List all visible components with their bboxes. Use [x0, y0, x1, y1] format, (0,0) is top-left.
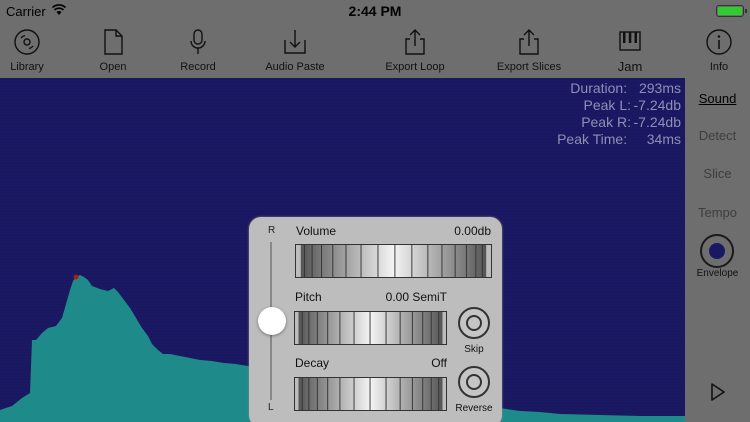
- audio-paste-label: Audio Paste: [265, 61, 325, 73]
- duration-label: Duration:: [570, 80, 628, 96]
- volume-value: 0.00db: [454, 224, 491, 238]
- peak-l-row: Peak L: -7.24db: [557, 97, 681, 114]
- export-loop-button[interactable]: Export Loop: [382, 22, 448, 78]
- microphone-icon: [190, 29, 206, 54]
- decay-wheel[interactable]: [294, 377, 447, 411]
- jam-label: Jam: [617, 59, 643, 74]
- skip-toggle-icon: [466, 315, 482, 331]
- disc-icon: [14, 29, 40, 55]
- peak-r-row: Peak R: -7.24db: [557, 114, 681, 131]
- decay-label: Decay: [295, 356, 330, 370]
- pitch-value: 0.00 SemiT: [385, 290, 447, 304]
- toolbar: Library Open Record Audio Paste Export L…: [0, 22, 750, 78]
- side-item-sound[interactable]: Sound: [685, 91, 750, 106]
- battery-icon: [716, 5, 747, 17]
- side-item-slice[interactable]: Slice: [685, 166, 750, 181]
- share-icon: [519, 29, 539, 55]
- piano-keys-icon: [619, 31, 641, 51]
- side-item-detect[interactable]: Detect: [685, 128, 750, 143]
- status-bar: Carrier 2:44 PM: [0, 0, 750, 22]
- download-tray-icon: [284, 30, 306, 54]
- peak-r-value: -7.24db: [633, 114, 681, 130]
- reverse-toggle-icon: [466, 374, 482, 390]
- peak-l-value: -7.24db: [633, 97, 681, 113]
- peak-marker: [73, 274, 79, 280]
- peak-l-label: Peak L:: [583, 97, 631, 113]
- export-slices-button[interactable]: Export Slices: [494, 22, 564, 78]
- reverse-label: Reverse: [455, 403, 493, 414]
- open-label: Open: [99, 61, 127, 73]
- info-button[interactable]: Info: [694, 22, 744, 78]
- export-loop-label: Export Loop: [385, 61, 445, 73]
- peak-time-label: Peak Time:: [557, 131, 628, 147]
- duration-row: Duration: 293ms: [557, 80, 681, 97]
- pan-left-label: L: [268, 402, 274, 413]
- pan-slider-knob[interactable]: [258, 307, 286, 335]
- envelope-label: Envelope: [696, 268, 739, 279]
- share-icon: [405, 29, 425, 55]
- reverse-button[interactable]: [458, 366, 490, 398]
- record-label: Record: [180, 61, 216, 73]
- audio-paste-button[interactable]: Audio Paste: [262, 22, 328, 78]
- volume-wheel[interactable]: [295, 244, 492, 278]
- play-icon[interactable]: [709, 382, 727, 402]
- side-menu: Sound Detect Slice Tempo Envelope: [685, 78, 750, 422]
- envelope-dot-icon: [709, 243, 725, 259]
- document-icon: [104, 29, 123, 55]
- pitch-wheel[interactable]: [294, 311, 447, 345]
- open-button[interactable]: Open: [90, 22, 136, 78]
- side-item-tempo[interactable]: Tempo: [685, 205, 750, 220]
- sound-panel: R L Volume 0.00db Pitch 0.00 SemiT Skip …: [249, 217, 502, 422]
- jam-button[interactable]: Jam: [606, 22, 654, 78]
- duration-value: 293ms: [638, 80, 681, 96]
- export-slices-label: Export Slices: [496, 61, 562, 73]
- volume-label: Volume: [296, 224, 337, 238]
- info-icon: [706, 29, 732, 55]
- peak-r-label: Peak R:: [581, 114, 631, 130]
- peak-time-row: Peak Time: 34ms: [557, 131, 681, 148]
- app-window: Carrier 2:44 PM Library Open Record Audi…: [0, 0, 750, 422]
- pitch-label: Pitch: [295, 290, 322, 304]
- record-button[interactable]: Record: [175, 22, 221, 78]
- skip-label: Skip: [464, 344, 484, 355]
- sample-info: Duration: 293ms Peak L: -7.24db Peak R: -7…: [557, 80, 681, 148]
- skip-button[interactable]: [458, 307, 490, 339]
- envelope-button[interactable]: [700, 234, 734, 268]
- decay-value: Off: [431, 356, 447, 370]
- info-label: Info: [709, 61, 729, 73]
- clock: 2:44 PM: [348, 3, 402, 19]
- pan-right-label: R: [268, 225, 276, 236]
- peak-time-value: 34ms: [646, 131, 681, 147]
- library-button[interactable]: Library: [4, 22, 50, 78]
- library-label: Library: [10, 61, 44, 73]
